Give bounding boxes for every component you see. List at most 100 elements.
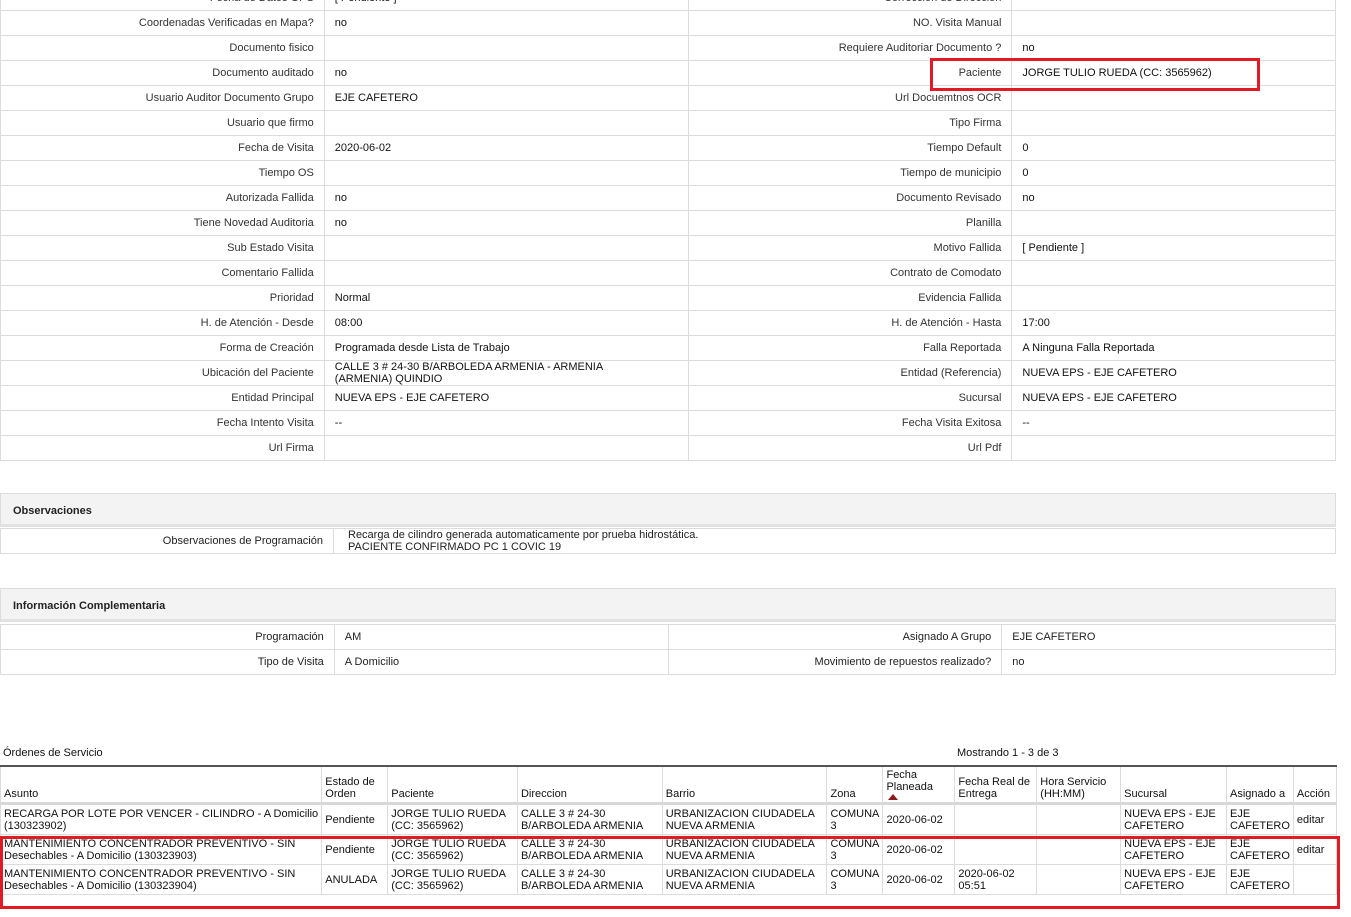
order-fecha-planeada: 2020-06-02	[882, 864, 956, 895]
order-hora	[1036, 803, 1122, 835]
col-header-fecha-real[interactable]: Fecha Real de Entrega	[954, 765, 1038, 805]
col-header-fecha-planeada[interactable]: Fecha Planeada	[882, 765, 956, 805]
observaciones-table: Observaciones de Programación Recarga de…	[0, 528, 1336, 554]
edit-link[interactable]: editar	[1292, 834, 1338, 865]
detail-value: Programada desde Lista de Trabajo	[323, 335, 689, 361]
detail-label: Documento fisico	[0, 35, 325, 61]
detail-value: Normal	[323, 285, 689, 311]
col-header-hora-servicio[interactable]: Hora Servicio (HH:MM)	[1036, 765, 1122, 805]
scrollbar-track[interactable]	[1345, 0, 1351, 917]
order-hora	[1036, 864, 1122, 895]
order-estado: Pendiente	[321, 834, 389, 865]
order-paciente: JORGE TULIO RUEDA (CC: 3565962)	[387, 803, 518, 835]
order-sucursal: NUEVA EPS - EJE CAFETERO	[1120, 803, 1228, 835]
col-header-direccion[interactable]: Direccion	[516, 765, 663, 805]
order-accion-empty	[1292, 864, 1338, 895]
observaciones-line: PACIENTE CONFIRMADO PC 1 COVIC 19	[348, 541, 562, 553]
order-barrio: URBANIZACION CIUDADELA NUEVA ARMENIA	[661, 864, 828, 895]
col-header-zona[interactable]: Zona	[826, 765, 884, 805]
sort-asc-icon[interactable]	[888, 794, 899, 800]
detail-value	[1011, 435, 1336, 461]
observaciones-line: Recarga de cilindro generada automaticam…	[348, 529, 699, 541]
detail-value: [ Pendiente ]	[1011, 235, 1336, 261]
detail-label: Sucursal	[687, 385, 1013, 411]
detail-label: Ubicación del Paciente	[0, 360, 325, 386]
detail-label: Corrección de Dirección	[687, 0, 1013, 11]
detail-label: Entidad Principal	[0, 385, 325, 411]
order-fecha-real	[954, 834, 1038, 865]
col-header-paciente[interactable]: Paciente	[387, 765, 518, 805]
order-estado: ANULADA	[321, 864, 389, 895]
detail-row: Coordenadas Verificadas en Mapa? no NO. Vi…	[0, 10, 1336, 36]
order-fecha-real	[954, 803, 1038, 835]
detail-value: 2020-06-02	[323, 135, 689, 161]
detail-row: Comentario Fallida Contrato de Comodato	[0, 260, 1336, 286]
observaciones-value: Recarga de cilindro generada automaticam…	[333, 528, 1336, 554]
detail-label: Evidencia Fallida	[687, 285, 1013, 311]
detail-value	[323, 110, 689, 136]
detail-value: CALLE 3 # 24-30 B/ARBOLEDA ARMENIA - ARM…	[323, 360, 689, 386]
detail-value	[1011, 210, 1336, 236]
detail-value: --	[1011, 410, 1336, 436]
detail-row: Entidad Principal NUEVA EPS - EJE CAFETER…	[0, 385, 1336, 411]
detail-value	[323, 235, 689, 261]
order-zona: COMUNA 3	[826, 803, 884, 835]
detail-row: H. de Atención - Desde 08:00 H. de Atenció…	[0, 310, 1336, 336]
order-asunto: MANTENIMIENTO CONCENTRADOR PREVENTIVO - …	[0, 864, 323, 895]
detail-label: Tipo Firma	[687, 110, 1013, 136]
detail-value	[323, 160, 689, 186]
edit-link[interactable]: editar	[1292, 803, 1338, 835]
detail-row: Fecha de Visita 2020-06-02 Tiempo Default 0	[0, 135, 1336, 161]
detail-label: Tiempo OS	[0, 160, 325, 186]
detail-value	[323, 435, 689, 461]
col-header-asunto[interactable]: Asunto	[0, 765, 323, 805]
order-direccion: CALLE 3 # 24-30 B/ARBOLEDA ARMENIA	[516, 834, 663, 865]
col-header-asignado[interactable]: Asignado a	[1226, 765, 1294, 805]
order-asignado: EJE CAFETERO	[1226, 864, 1294, 895]
detail-label: Forma de Creación	[0, 335, 325, 361]
detail-row: Prioridad Normal Evidencia Fallida	[0, 285, 1336, 311]
detail-row: Autorizada Fallida no Documento Revisado no	[0, 185, 1336, 211]
detail-value: 0	[1011, 135, 1336, 161]
table-row: MANTENIMIENTO CONCENTRADOR PREVENTIVO - …	[0, 834, 1338, 865]
info-label: Programación	[0, 624, 335, 650]
order-asunto: MANTENIMIENTO CONCENTRADOR PREVENTIVO - …	[0, 834, 323, 865]
observaciones-row: Observaciones de Programación Recarga de…	[0, 528, 1336, 554]
order-direccion: CALLE 3 # 24-30 B/ARBOLEDA ARMENIA	[516, 864, 663, 895]
col-header-accion: Acción	[1292, 765, 1338, 805]
detail-row: Tiempo OS Tiempo de municipio 0	[0, 160, 1336, 186]
detail-label: Planilla	[687, 210, 1013, 236]
order-fecha-planeada: 2020-06-02	[882, 834, 956, 865]
order-paciente: JORGE TULIO RUEDA (CC: 3565962)	[387, 864, 518, 895]
col-header-estado[interactable]: Estado de Orden	[321, 765, 389, 805]
detail-label: Prioridad	[0, 285, 325, 311]
detail-row: Ubicación del Paciente CALLE 3 # 24-30 B/…	[0, 360, 1336, 386]
detail-label: Autorizada Fallida	[0, 185, 325, 211]
detail-row: Usuario Auditor Documento Grupo EJE CAFET…	[0, 85, 1336, 111]
detail-value: no	[323, 10, 689, 36]
detail-label: Url Firma	[0, 435, 325, 461]
detail-label: H. de Atención - Desde	[0, 310, 325, 336]
detail-label: Fecha de Datos GPS	[0, 0, 325, 11]
detail-value: 08:00	[323, 310, 689, 336]
col-header-sucursal[interactable]: Sucursal	[1120, 765, 1228, 805]
detail-label: Comentario Fallida	[0, 260, 325, 286]
col-header-fecha-planeada-label: Fecha Planeada	[886, 769, 933, 793]
order-sucursal: NUEVA EPS - EJE CAFETERO	[1120, 834, 1228, 865]
detail-value: 17:00	[1011, 310, 1336, 336]
detail-value: no	[323, 185, 689, 211]
detail-value: 0	[1011, 160, 1336, 186]
detail-value	[1011, 10, 1336, 36]
detail-value	[1011, 85, 1336, 111]
observaciones-header: Observaciones	[0, 493, 1336, 527]
detail-label: Tiene Novedad Auditoria	[0, 210, 325, 236]
detail-row: Forma de Creación Programada desde Lista …	[0, 335, 1336, 361]
visit-detail-table: Fecha de Datos GPS[ Pendiente ]Correcció…	[0, 0, 1336, 461]
detail-label: Usuario Auditor Documento Grupo	[0, 85, 325, 111]
detail-value: [ Pendiente ]	[323, 0, 689, 11]
detail-row: Usuario que firmo Tipo Firma	[0, 110, 1336, 136]
order-barrio: URBANIZACION CIUDADELA NUEVA ARMENIA	[661, 803, 828, 835]
detail-label: Entidad (Referencia)	[687, 360, 1013, 386]
detail-label: Fecha de Visita	[0, 135, 325, 161]
col-header-barrio[interactable]: Barrio	[661, 765, 828, 805]
